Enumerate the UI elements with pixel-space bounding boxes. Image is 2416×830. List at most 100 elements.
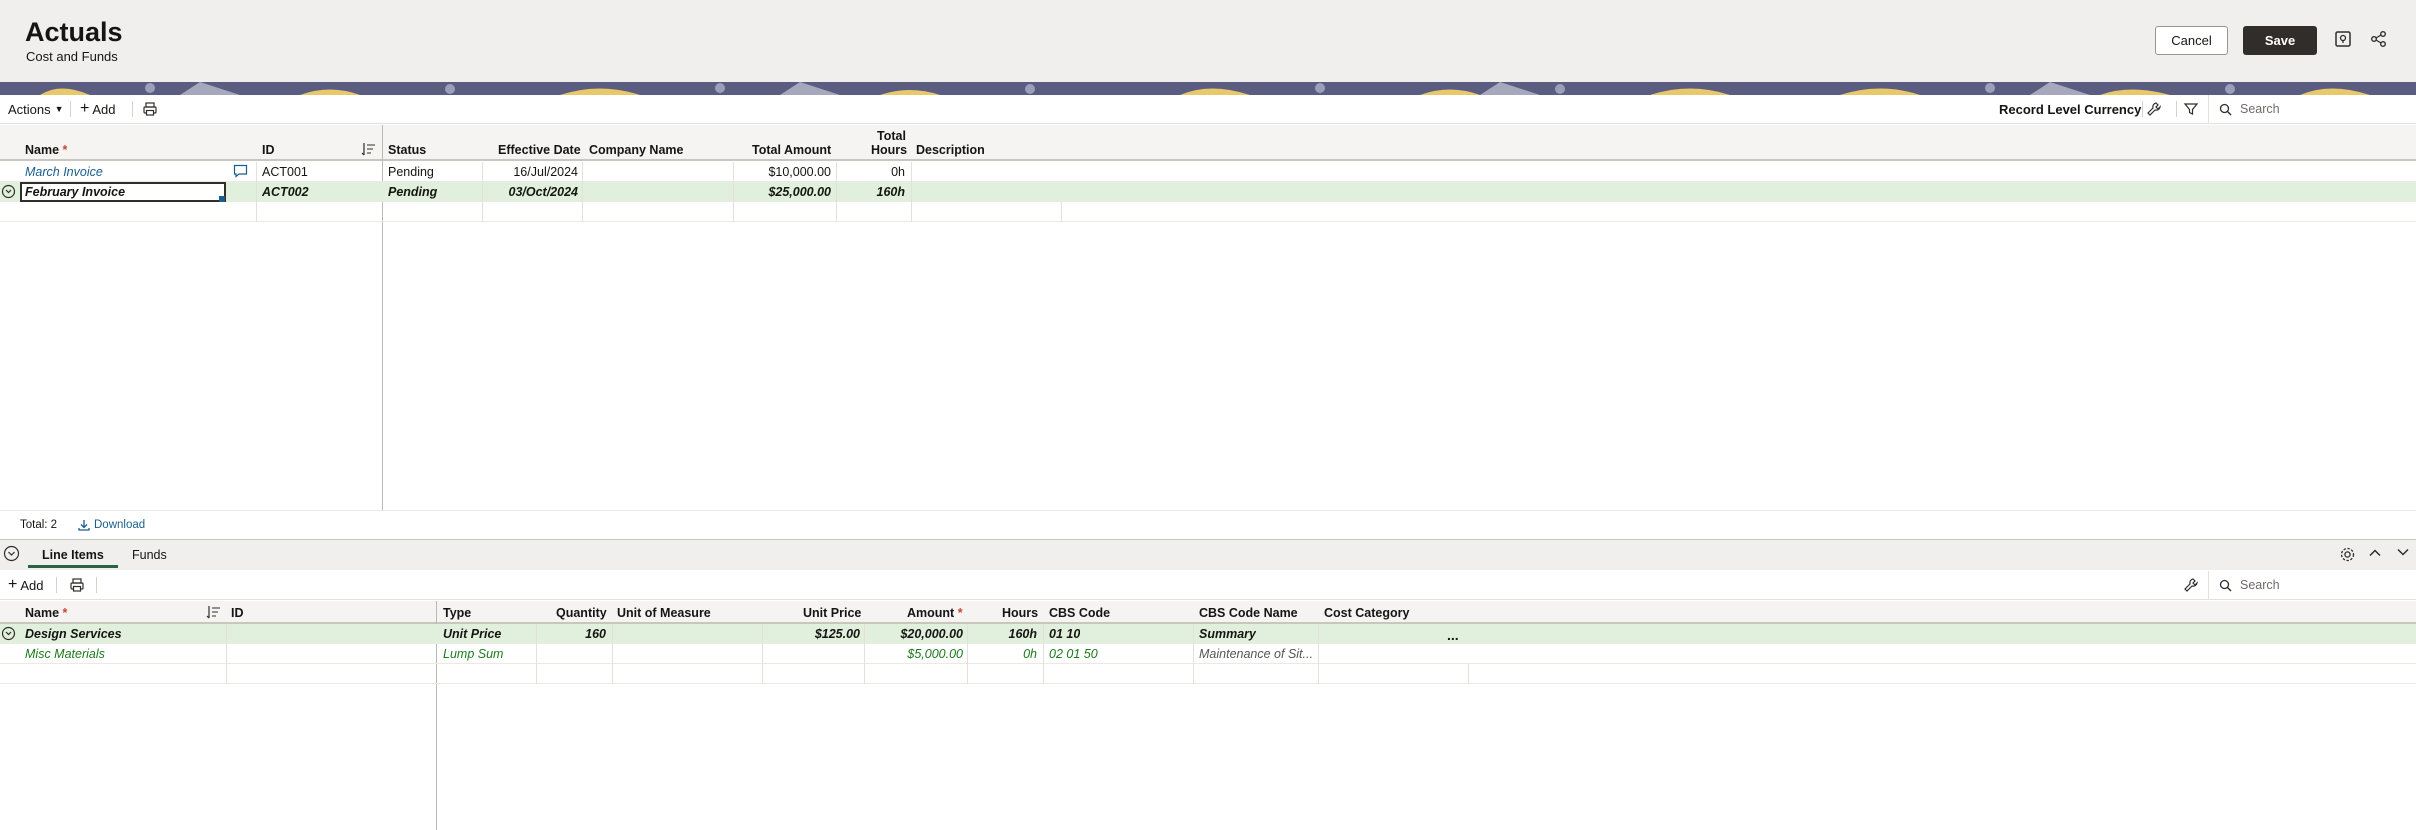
col-total-hours-line2[interactable]: Hours — [871, 143, 907, 157]
search-input[interactable]: Search — [2208, 95, 2416, 123]
chevron-down-icon: ▼ — [54, 104, 64, 114]
line-amount[interactable]: $20,000.00 — [865, 624, 963, 644]
row-id: ACT002 — [262, 185, 309, 199]
col-name[interactable]: Name * — [25, 143, 67, 157]
col-effective-date[interactable]: Effective Date — [498, 143, 581, 157]
col-name[interactable]: Name * — [25, 606, 67, 620]
line-hours[interactable]: 0h — [969, 644, 1037, 664]
col-divider — [864, 624, 865, 684]
record-level-currency[interactable]: Record Level Currency — [1999, 95, 2141, 123]
col-unit-of-measure[interactable]: Unit of Measure — [617, 606, 711, 620]
col-hours[interactable]: Hours — [1002, 606, 1038, 620]
line-quantity[interactable]: 160 — [538, 624, 606, 644]
line-type[interactable]: Unit Price — [443, 624, 501, 644]
share-icon[interactable] — [2368, 28, 2390, 50]
comment-icon[interactable] — [233, 164, 248, 184]
col-divider — [482, 162, 483, 222]
search-placeholder: Search — [2240, 578, 2280, 592]
line-items-grid-header: Name * ID Type Quantity Unit of Measure … — [0, 601, 2416, 624]
divider — [2176, 101, 2177, 117]
line-name[interactable]: Misc Materials — [25, 644, 105, 664]
line-type[interactable]: Lump Sum — [443, 644, 503, 664]
tab-funds[interactable]: Funds — [132, 544, 167, 568]
col-divider — [1193, 624, 1194, 684]
sort-icon[interactable] — [361, 142, 377, 159]
add-label: Add — [92, 101, 116, 117]
col-total-amount[interactable]: Total Amount — [752, 143, 831, 157]
chevron-up-icon[interactable] — [2368, 545, 2382, 565]
print-icon[interactable] — [142, 95, 158, 123]
row-total-hours: 0h — [891, 165, 905, 179]
col-id[interactable]: ID — [231, 606, 244, 620]
add-button[interactable]: + Add — [80, 95, 115, 123]
empty-row[interactable] — [0, 664, 2416, 684]
tab-line-items[interactable]: Line Items — [28, 544, 118, 568]
row-effective-date[interactable]: 03/Oct/2024 — [484, 182, 579, 202]
total-count: Total: 2 — [20, 519, 58, 531]
row-name[interactable]: March Invoice — [25, 162, 103, 182]
col-divider — [1061, 202, 1062, 222]
save-button[interactable]: Save — [2243, 26, 2317, 55]
row-effective-date[interactable]: 16/Jul/2024 — [484, 162, 578, 182]
help-book-icon[interactable] — [2332, 28, 2354, 50]
download-icon — [78, 519, 90, 531]
line-name[interactable]: Design Services — [25, 624, 122, 644]
row-status[interactable]: Pending — [388, 182, 437, 202]
col-cost-category[interactable]: Cost Category — [1324, 606, 1409, 620]
line-amount[interactable]: $5,000.00 — [865, 644, 963, 664]
col-status[interactable]: Status — [388, 143, 426, 157]
collapse-panel-icon[interactable] — [3, 545, 20, 565]
table-row[interactable]: March Invoice ACT001 Pending 16/Jul/2024… — [0, 162, 2416, 182]
line-cbs-code[interactable]: 01 10 — [1049, 624, 1080, 644]
line-unit-price[interactable] — [763, 644, 860, 664]
col-type[interactable]: Type — [443, 606, 471, 620]
more-options-icon[interactable]: ... — [1447, 625, 1459, 645]
print-icon[interactable] — [69, 571, 85, 599]
col-unit-price[interactable]: Unit Price — [803, 606, 861, 620]
divider — [132, 101, 133, 117]
cancel-button[interactable]: Cancel — [2155, 26, 2228, 55]
page-header: Actuals Cost and Funds Cancel Save — [0, 0, 2416, 82]
wrench-icon[interactable] — [2146, 95, 2162, 123]
col-company-name[interactable]: Company Name — [589, 143, 683, 157]
download-link[interactable]: Download — [78, 515, 145, 535]
gear-icon[interactable] — [2339, 546, 2356, 566]
line-cbs-code-name: Summary — [1199, 627, 1256, 641]
line-search-input[interactable]: Search — [2208, 571, 2416, 599]
col-divider — [733, 162, 734, 222]
table-row-selected[interactable]: February Invoice ACT002 Pending 03/Oct/2… — [0, 182, 2416, 202]
col-cbs-code-name[interactable]: CBS Code Name — [1199, 606, 1298, 620]
filter-icon[interactable] — [2183, 95, 2199, 123]
sort-icon[interactable] — [206, 605, 222, 622]
row-status[interactable]: Pending — [388, 162, 434, 182]
line-item-row[interactable]: Misc Materials Lump Sum $5,000.00 0h 02 … — [0, 644, 2416, 664]
name-edit-field[interactable]: February Invoice — [20, 182, 226, 202]
col-divider — [1043, 624, 1044, 684]
chevron-down-icon[interactable] — [2396, 545, 2410, 565]
line-items-toolbar: + Add Search — [0, 571, 2416, 600]
col-divider — [612, 624, 613, 684]
col-amount[interactable]: Amount * — [907, 606, 963, 620]
line-cbs-code[interactable]: 02 01 50 — [1049, 644, 1098, 664]
wrench-icon[interactable] — [2183, 571, 2199, 599]
actions-label: Actions — [8, 101, 51, 117]
page-title: Actuals — [25, 17, 123, 47]
divider — [56, 577, 57, 593]
actions-menu[interactable]: Actions ▼ — [8, 95, 64, 123]
col-description[interactable]: Description — [916, 143, 985, 157]
col-total-hours-line1[interactable]: Total — [877, 129, 906, 143]
row-actions-icon[interactable] — [1, 184, 16, 204]
empty-row[interactable] — [0, 202, 2416, 222]
col-divider — [911, 162, 912, 222]
line-item-row[interactable]: Design Services Unit Price 160 $125.00 $… — [0, 624, 2416, 644]
line-hours[interactable]: 160h — [969, 624, 1038, 644]
col-id[interactable]: ID — [262, 143, 275, 157]
col-quantity[interactable]: Quantity — [556, 606, 607, 620]
row-actions-icon[interactable] — [1, 626, 16, 646]
line-quantity[interactable] — [538, 644, 606, 664]
line-unit-price[interactable]: $125.00 — [763, 624, 860, 644]
line-add-button[interactable]: + Add — [8, 571, 43, 599]
row-total-hours: 160h — [876, 185, 906, 199]
col-cbs-code[interactable]: CBS Code — [1049, 606, 1110, 620]
col-divider — [582, 162, 583, 222]
